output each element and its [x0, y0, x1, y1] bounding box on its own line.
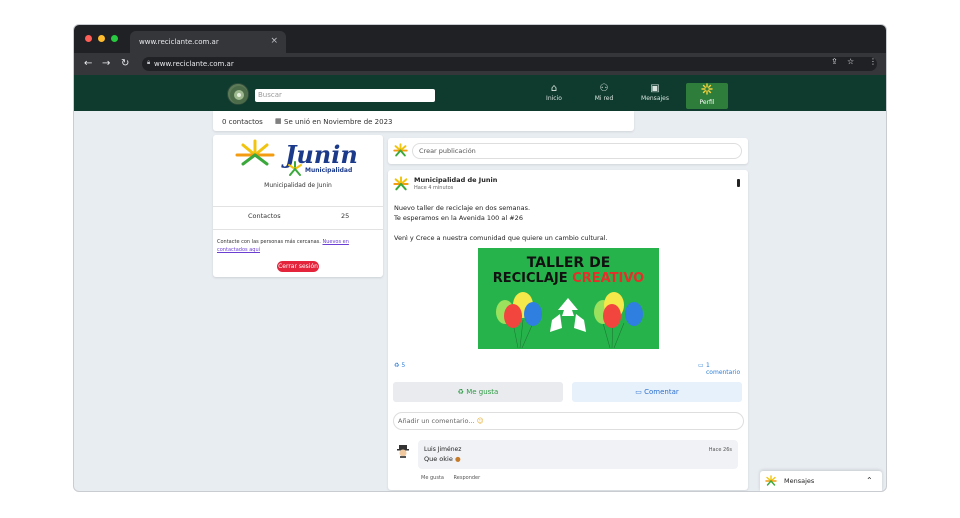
- comment-time: Hace 26s: [708, 447, 732, 453]
- likes-recycle-icon: ♻: [394, 362, 400, 369]
- nav-inicio[interactable]: ⌂ Inicio: [533, 83, 575, 109]
- post-text-line: Nuevo taller de reciclaje en dos semanas…: [394, 204, 531, 212]
- divider: [213, 229, 383, 230]
- emoji-icon[interactable]: ☺: [477, 417, 484, 425]
- comment-text-content: Que okie: [424, 455, 453, 463]
- comment-bubble: Luis Jiménez Que okie ● Hace 26s: [418, 440, 738, 469]
- commenter-avatar[interactable]: [396, 443, 410, 458]
- logo-subtitle: Municipalidad: [305, 167, 352, 174]
- comments-count[interactable]: 1 comentario: [706, 362, 742, 376]
- balloons-recycle-illustration: [496, 292, 643, 349]
- comment-actions: Me gusta Responder: [421, 475, 480, 481]
- nav-mensajes-label: Mensajes: [641, 95, 669, 102]
- browser-menu-icon[interactable]: ⋮: [869, 57, 877, 66]
- divider: [213, 206, 383, 207]
- tab-close-icon[interactable]: ×: [270, 36, 278, 46]
- profile-joined-date: Se unió en Noviembre de 2023: [284, 118, 393, 126]
- comment-bubble-icon: ▭: [635, 388, 642, 396]
- search-placeholder: Buscar: [258, 91, 282, 99]
- address-bar[interactable]: 🔒︎ www.reciclante.com.ar: [142, 57, 877, 71]
- browser-window: www.reciclante.com.ar × ← → ↻ 🔒︎ www.rec…: [73, 24, 887, 492]
- post-stats: ♻ 5 ▭ 1 comentario: [394, 362, 742, 376]
- like-button-label: Me gusta: [466, 388, 499, 396]
- reload-icon[interactable]: ↻: [121, 58, 129, 69]
- create-post-input[interactable]: Crear publicación: [412, 143, 742, 159]
- comment-button-label: Comentar: [644, 388, 679, 396]
- network-icon: ⚇: [599, 83, 609, 94]
- chat-icon: ▣: [650, 83, 660, 94]
- user-avatar-icon: [393, 143, 408, 162]
- profile-card: Junin Municipalidad Municipalidad de Jun…: [213, 135, 383, 277]
- comment-icon: ▭: [698, 362, 704, 369]
- post-menu-icon[interactable]: [737, 179, 740, 187]
- emoji-icon: ●: [454, 455, 461, 463]
- municipality-logo: Junin Municipalidad: [233, 137, 368, 179]
- home-icon: ⌂: [550, 83, 558, 94]
- tab-title: www.reciclante.com.ar: [139, 38, 219, 46]
- nav-perfil[interactable]: Perfil: [686, 83, 728, 109]
- nav-mi-red-label: Mi red: [594, 95, 614, 102]
- back-arrow-icon[interactable]: ←: [84, 58, 92, 69]
- site-header: Buscar ⌂ Inicio ⚇ Mi red ▣ Mensajes Perf…: [74, 75, 886, 111]
- post-image[interactable]: TALLER DE RECICLAJE CREATIVO: [478, 248, 659, 349]
- bookmark-star-icon[interactable]: ☆: [847, 57, 854, 66]
- minimize-window-button[interactable]: [98, 35, 105, 42]
- recycle-icon: ♻: [457, 388, 464, 396]
- contacts-label: Contactos: [248, 212, 281, 220]
- messages-bar-label: Mensajes: [784, 477, 815, 485]
- contacts-count: 25: [341, 212, 350, 220]
- contacts-info-text: Contacte con las personas más cercanas.: [217, 239, 321, 245]
- share-icon[interactable]: ⇪: [831, 57, 838, 66]
- browser-toolbar: ← → ↻ 🔒︎ www.reciclante.com.ar ⇪ ☆ ⋮: [74, 53, 886, 75]
- close-window-button[interactable]: [85, 35, 92, 42]
- comment-like-link[interactable]: Me gusta: [421, 475, 444, 481]
- browser-tab[interactable]: www.reciclante.com.ar ×: [130, 31, 286, 53]
- messages-avatar-icon: [765, 475, 777, 489]
- calendar-icon: ▦: [275, 117, 282, 125]
- create-post-card: Crear publicación: [388, 138, 748, 164]
- comment-text: Que okie ●: [424, 455, 461, 463]
- contacts-info: Contacte con las personas más cercanas. …: [217, 238, 377, 254]
- address-url: www.reciclante.com.ar: [154, 60, 234, 68]
- profile-icon: [686, 83, 728, 99]
- search-input[interactable]: Buscar: [255, 89, 435, 102]
- profile-summary-strip: 0 contactos ▦ Se unió en Noviembre de 20…: [213, 111, 634, 131]
- profile-name: Municipalidad de Junin: [264, 182, 332, 189]
- like-button[interactable]: ♻ Me gusta: [393, 382, 563, 402]
- comment-author[interactable]: Luis Jiménez: [424, 446, 461, 453]
- post-author-avatar-icon[interactable]: [393, 176, 409, 196]
- maximize-window-button[interactable]: [111, 35, 118, 42]
- nav-mensajes[interactable]: ▣ Mensajes: [634, 83, 676, 109]
- logout-button[interactable]: Cerrar sesión: [277, 261, 319, 272]
- nav-inicio-label: Inicio: [546, 95, 562, 102]
- nav-perfil-label: Perfil: [699, 99, 715, 106]
- comment-input[interactable]: Añadir un comentario... ☺: [393, 412, 744, 430]
- nav-mi-red[interactable]: ⚇ Mi red: [583, 83, 625, 109]
- browser-tabbar: www.reciclante.com.ar ×: [74, 25, 886, 53]
- chevron-up-icon[interactable]: ⌃: [866, 476, 873, 485]
- comment-button[interactable]: ▭ Comentar: [572, 382, 742, 402]
- likes-count[interactable]: 5: [401, 362, 405, 369]
- lock-icon: 🔒︎: [147, 59, 151, 66]
- logo-title: Junin: [281, 140, 358, 169]
- post-text-line: Te esperamos en la Avenida 100 al #26: [394, 214, 523, 222]
- comment-reply-link[interactable]: Responder: [454, 475, 481, 481]
- forward-arrow-icon[interactable]: →: [102, 58, 110, 69]
- post-text-line: Venì y Crece a nuestra comunidad que qui…: [394, 234, 608, 242]
- post-author[interactable]: Municipalidad de Junin: [414, 176, 497, 184]
- profile-contacts-count[interactable]: 0 contactos: [222, 118, 263, 126]
- messages-bar[interactable]: Mensajes ⌃: [760, 471, 882, 491]
- post-time: Hace 4 minutos: [414, 185, 454, 191]
- site-logo[interactable]: [227, 83, 249, 105]
- comment-input-placeholder: Añadir un comentario...: [398, 417, 475, 425]
- post-card: Municipalidad de Junin Hace 4 minutos Nu…: [388, 170, 748, 490]
